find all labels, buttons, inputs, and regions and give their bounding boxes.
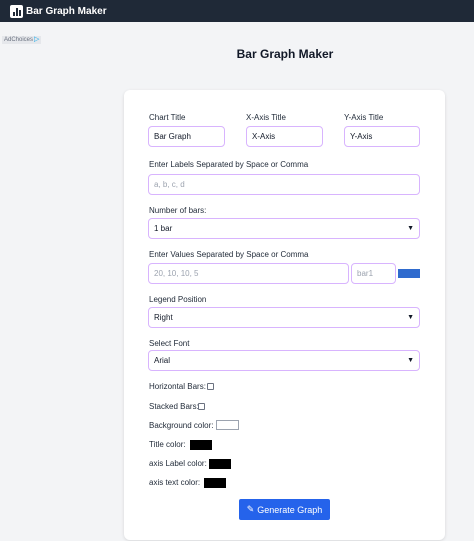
- axis-label-color-label: axis Label color:: [149, 459, 207, 468]
- axis-text-color-label: axis text color:: [149, 478, 201, 487]
- series-name-input[interactable]: bar1: [351, 263, 396, 284]
- axis-text-color-picker[interactable]: [204, 478, 226, 488]
- font-select[interactable]: Arial ▼: [148, 350, 420, 371]
- horizontal-bars-label: Horizontal Bars:: [149, 382, 206, 391]
- stacked-bars-checkbox[interactable]: [198, 403, 205, 410]
- chart-title-input[interactable]: Bar Graph: [148, 126, 225, 147]
- chevron-down-icon: ▼: [407, 225, 414, 232]
- bar-chart-logo-icon: [10, 4, 23, 18]
- labels-input[interactable]: a, b, c, d: [148, 174, 420, 195]
- series-color-picker[interactable]: [398, 269, 420, 278]
- chevron-down-icon: ▼: [407, 357, 414, 364]
- num-bars-label: Number of bars:: [149, 206, 207, 215]
- font-value: Arial: [154, 356, 171, 365]
- axis-label-color-picker[interactable]: [209, 459, 231, 469]
- legend-position-value: Right: [154, 313, 173, 322]
- num-bars-value: 1 bar: [154, 224, 173, 233]
- generate-graph-label: Generate Graph: [257, 504, 323, 515]
- x-axis-title-input[interactable]: X-Axis: [246, 126, 323, 147]
- font-label: Select Font: [149, 339, 190, 348]
- chart-title-label: Chart Title: [149, 113, 186, 122]
- x-axis-title-label: X-Axis Title: [246, 113, 287, 122]
- legend-position-select[interactable]: Right ▼: [148, 307, 420, 328]
- values-input[interactable]: 20, 10, 10, 5: [148, 263, 349, 284]
- top-nav-bar: Bar Graph Maker: [0, 0, 474, 22]
- generate-graph-button[interactable]: ✎ Generate Graph: [239, 499, 330, 520]
- adchoices-badge[interactable]: AdChoices ▷: [2, 36, 42, 44]
- pencil-icon: ✎: [246, 504, 255, 514]
- background-color-label: Background color:: [149, 421, 214, 430]
- horizontal-bars-checkbox[interactable]: [207, 383, 214, 390]
- num-bars-select[interactable]: 1 bar ▼: [148, 218, 420, 239]
- y-axis-title-label: Y-Axis Title: [344, 113, 384, 122]
- page-title: Bar Graph Maker: [236, 47, 334, 61]
- title-color-label: Title color:: [149, 440, 186, 449]
- adchoices-label: AdChoices: [4, 37, 34, 43]
- app-title[interactable]: Bar Graph Maker: [26, 6, 107, 17]
- background-color-picker[interactable]: [216, 420, 239, 430]
- adchoices-icon: ▷: [34, 36, 40, 43]
- stacked-bars-label: Stacked Bars:: [149, 402, 199, 411]
- chevron-down-icon: ▼: [407, 314, 414, 321]
- title-color-picker[interactable]: [190, 440, 212, 450]
- values-label: Enter Values Separated by Space or Comma: [149, 250, 309, 259]
- legend-position-label: Legend Position: [149, 295, 207, 304]
- labels-label: Enter Labels Separated by Space or Comma: [149, 160, 309, 169]
- y-axis-title-input[interactable]: Y-Axis: [344, 126, 420, 147]
